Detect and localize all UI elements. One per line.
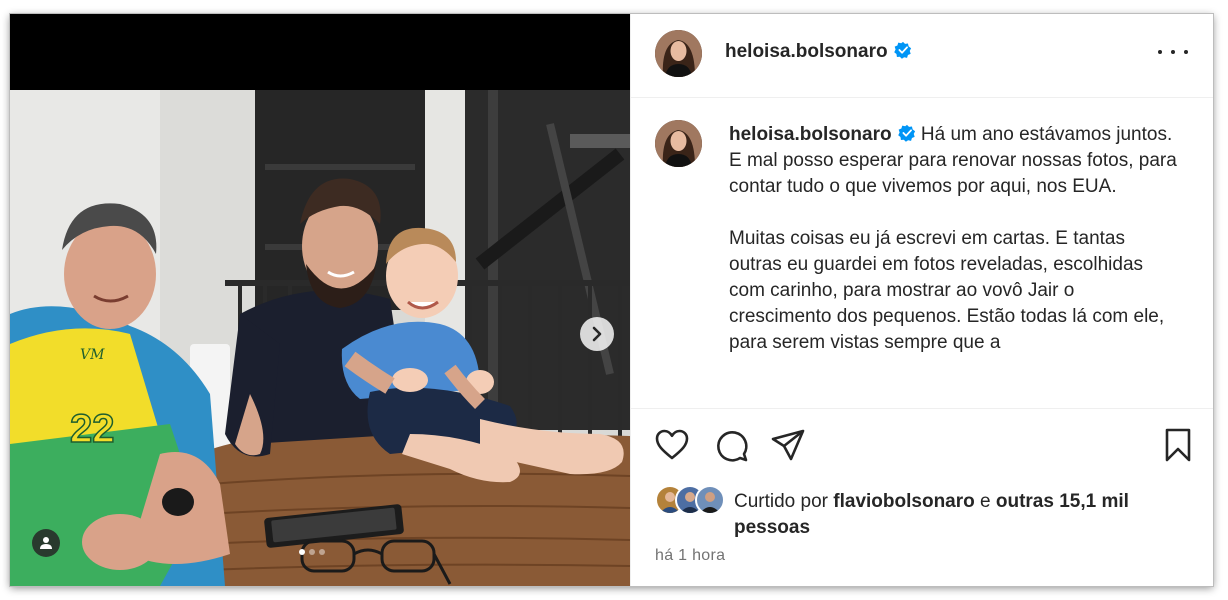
post-timestamp[interactable]: há 1 hora [655,547,725,565]
carousel-dot [309,549,315,555]
instagram-post-window: VM 22 heloisa.bolsonaro heloisa.bolsonar… [10,14,1213,586]
bookmark-icon[interactable] [1162,427,1194,463]
user-tag-icon [40,537,52,549]
post-photo[interactable]: VM 22 [10,14,630,586]
tagged-users-button[interactable] [32,529,60,557]
carousel-dot [319,549,325,555]
svg-text:22: 22 [70,407,115,451]
more-options-icon-dot [1184,50,1188,54]
avatar-image [700,492,720,513]
comment-icon[interactable] [713,427,749,463]
carousel-next-button[interactable] [580,317,614,351]
svg-text:VM: VM [80,347,105,363]
more-options-icon [1158,50,1162,54]
heart-icon[interactable] [654,427,690,463]
post-side-panel: heloisa.bolsonaro heloisa.bolsonaro Há u… [630,14,1213,586]
carousel-indicator [299,549,325,555]
post-actions-section: Curtido por flaviobolsonaro e outras 15,… [631,408,1213,586]
chevron-right-icon [592,326,602,342]
caption-text: heloisa.bolsonaro Há um ano estávamos ju… [729,122,1179,356]
caption-username[interactable]: heloisa.bolsonaro [729,124,892,145]
liker-username[interactable]: flaviobolsonaro [833,491,974,512]
more-options-button[interactable] [1158,42,1188,62]
verified-badge-icon [897,124,915,142]
caption-author-avatar[interactable] [655,120,702,167]
avatar-image [655,120,702,167]
liker-avatar [695,485,725,515]
liked-by-avatars[interactable] [655,485,727,515]
verified-badge-icon [893,41,911,59]
likes-prefix: Curtido por [734,491,834,512]
author-avatar[interactable] [655,30,702,77]
share-icon[interactable] [770,427,806,463]
likes-summary: Curtido por flaviobolsonaro e outras 15,… [734,489,1194,541]
author-username-header[interactable]: heloisa.bolsonaro [725,41,912,63]
caption-area: heloisa.bolsonaro Há um ano estávamos ju… [631,98,1213,408]
photo-scene: VM 22 [10,14,630,586]
username-text[interactable]: heloisa.bolsonaro [725,41,888,62]
more-options-icon-dot [1171,50,1175,54]
likes-connector: e [974,491,996,512]
post-header: heloisa.bolsonaro [631,14,1213,98]
avatar-image [655,30,702,77]
caption-body: Há um ano estávamos juntos. E mal posso … [729,124,1177,353]
carousel-dot [299,549,305,555]
